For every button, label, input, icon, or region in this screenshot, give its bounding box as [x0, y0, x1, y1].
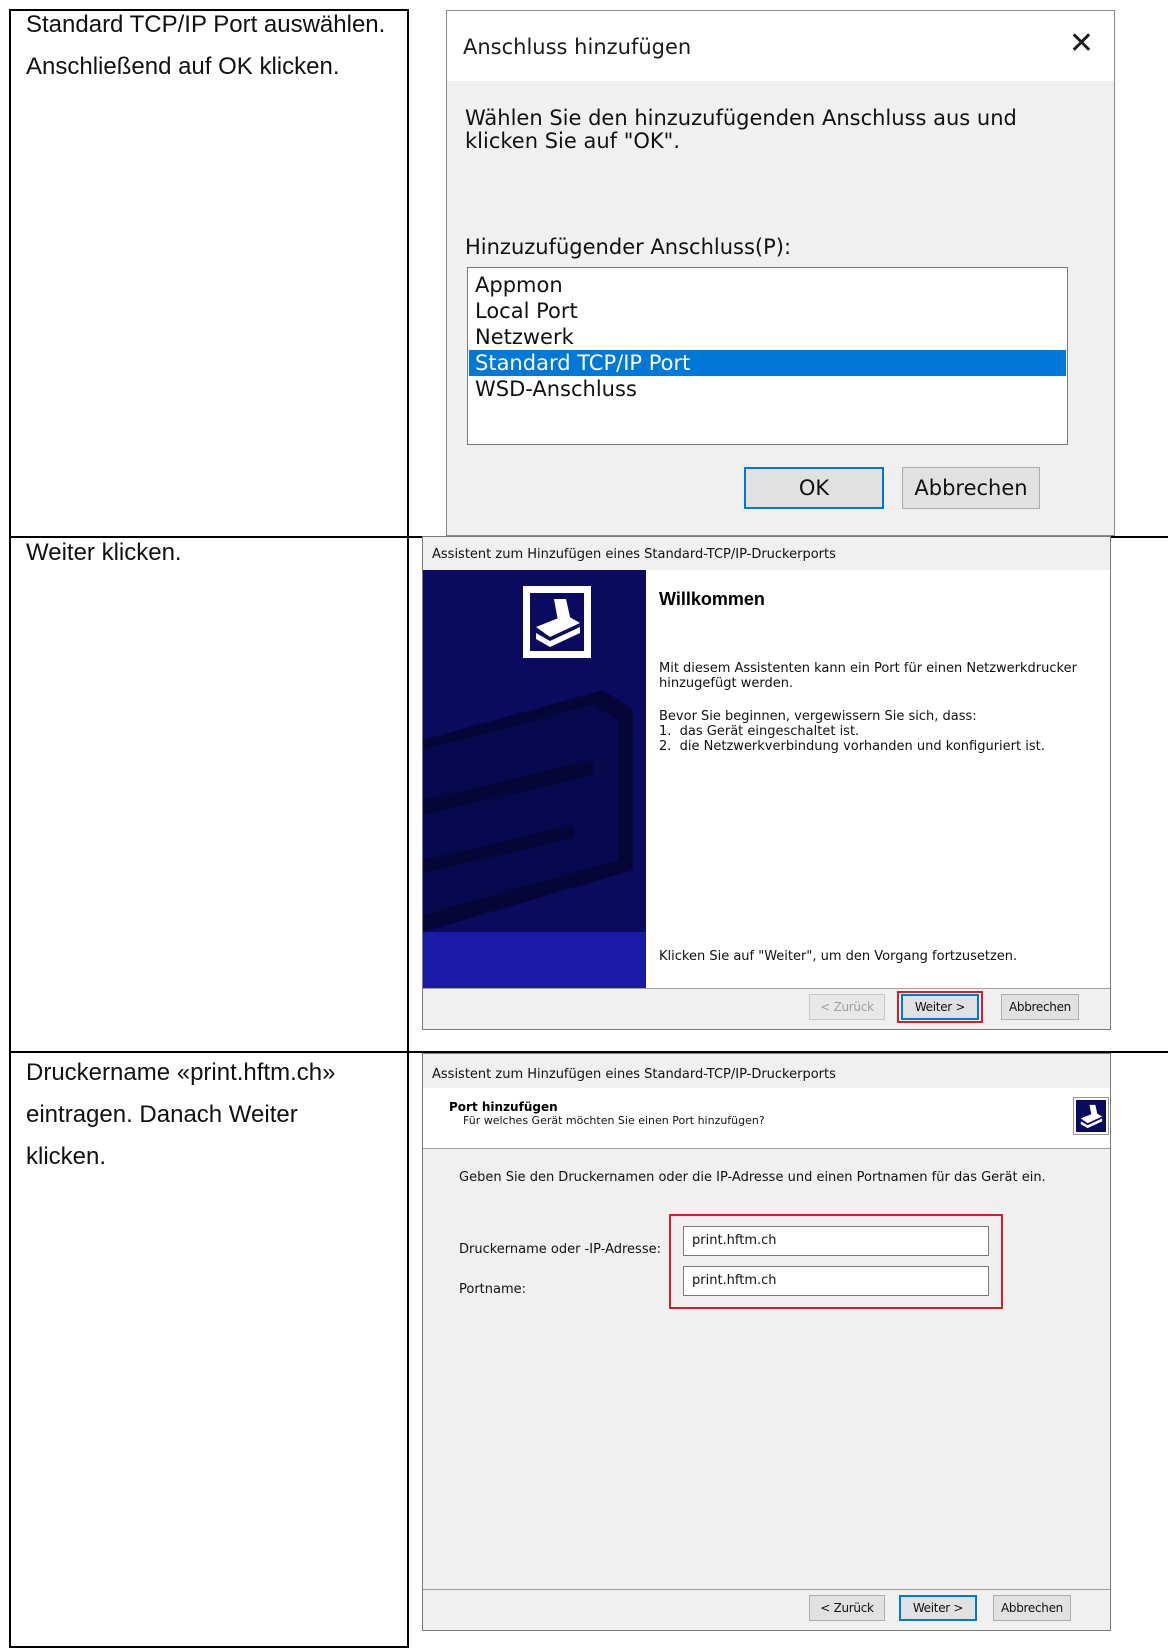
wizard-heading: Willkommen [659, 589, 765, 609]
tcpip-port-wizard-add-port: Assistent zum Hinzufügen eines Standard-… [422, 1053, 1111, 1631]
back-button[interactable]: < Zurück [809, 994, 885, 1020]
port-name-label: Portname: [459, 1282, 527, 1297]
dialog-title: Anschluss hinzufügen [463, 35, 692, 59]
instruction-step-2: Weiter klicken. [26, 539, 182, 566]
port-list-item[interactable]: WSD-Anschluss [469, 376, 1066, 402]
wizard-instruction: Geben Sie den Druckernamen oder die IP-A… [459, 1170, 1046, 1185]
cancel-button[interactable]: Abbrechen [993, 1595, 1071, 1621]
printer-icon [523, 586, 591, 658]
back-button[interactable]: < Zurück [809, 1595, 885, 1621]
input-highlight [669, 1214, 1003, 1309]
wizard-button-separator [423, 988, 1110, 989]
port-list-item[interactable]: Netzwerk [469, 324, 1066, 350]
close-icon[interactable]: ✕ [1069, 29, 1094, 59]
ok-button[interactable]: OK [744, 467, 884, 509]
next-button[interactable]: Weiter > [899, 1595, 977, 1621]
wizard-title: Assistent zum Hinzufügen eines Standard-… [432, 1067, 836, 1082]
cancel-button[interactable]: Abbrechen [1001, 994, 1079, 1020]
table-border-left [9, 9, 11, 1648]
instruction-step-1: Standard TCP/IP Port auswählen. Anschlie… [26, 11, 386, 80]
wizard-title: Assistent zum Hinzufügen eines Standard-… [432, 547, 836, 562]
port-list-label: Hinzuzufügender Anschluss(P): [465, 235, 792, 259]
wizard-step-header: Port hinzufügen [449, 1100, 558, 1114]
next-button-highlight [897, 991, 983, 1023]
dialog-description: Wählen Sie den hinzuzufügenden Anschluss… [465, 106, 1017, 153]
dialog-titlebar: Anschluss hinzufügen ✕ [447, 11, 1114, 81]
instruction-step-3: Druckername «print.hftm.ch» eintragen. D… [26, 1059, 336, 1170]
port-list-item-selected[interactable]: Standard TCP/IP Port [469, 350, 1066, 376]
cancel-button[interactable]: Abbrechen [902, 467, 1040, 509]
wizard-side-banner [423, 570, 646, 988]
wizard-header-separator [423, 1148, 1110, 1149]
wizard-intro: Mit diesem Assistenten kann ein Port für… [659, 661, 1077, 691]
printer-icon [1074, 1098, 1108, 1134]
wizard-before-text: Bevor Sie beginnen, vergewissern Sie sic… [659, 709, 977, 724]
wizard-step-subheader: Für welches Gerät möchten Sie einen Port… [463, 1114, 765, 1127]
add-port-dialog: Anschluss hinzufügen ✕ Wählen Sie den hi… [446, 10, 1115, 536]
port-list-item[interactable]: Local Port [469, 298, 1066, 324]
tcpip-port-wizard-welcome: Assistent zum Hinzufügen eines Standard-… [422, 536, 1111, 1030]
port-listbox[interactable]: Appmon Local Port Netzwerk Standard TCP/… [467, 267, 1068, 445]
wizard-point-1: 1. das Gerät eingeschaltet ist. [659, 724, 860, 739]
wizard-continue-text: Klicken Sie auf "Weiter", um den Vorgang… [659, 949, 1018, 964]
printer-name-label: Druckername oder -IP-Adresse: [459, 1242, 661, 1257]
table-border-middle [407, 9, 409, 1648]
port-list-item[interactable]: Appmon [469, 272, 1066, 298]
wizard-point-2: 2. die Netzwerkverbindung vorhanden und … [659, 739, 1045, 754]
wizard-button-separator [423, 1589, 1110, 1590]
